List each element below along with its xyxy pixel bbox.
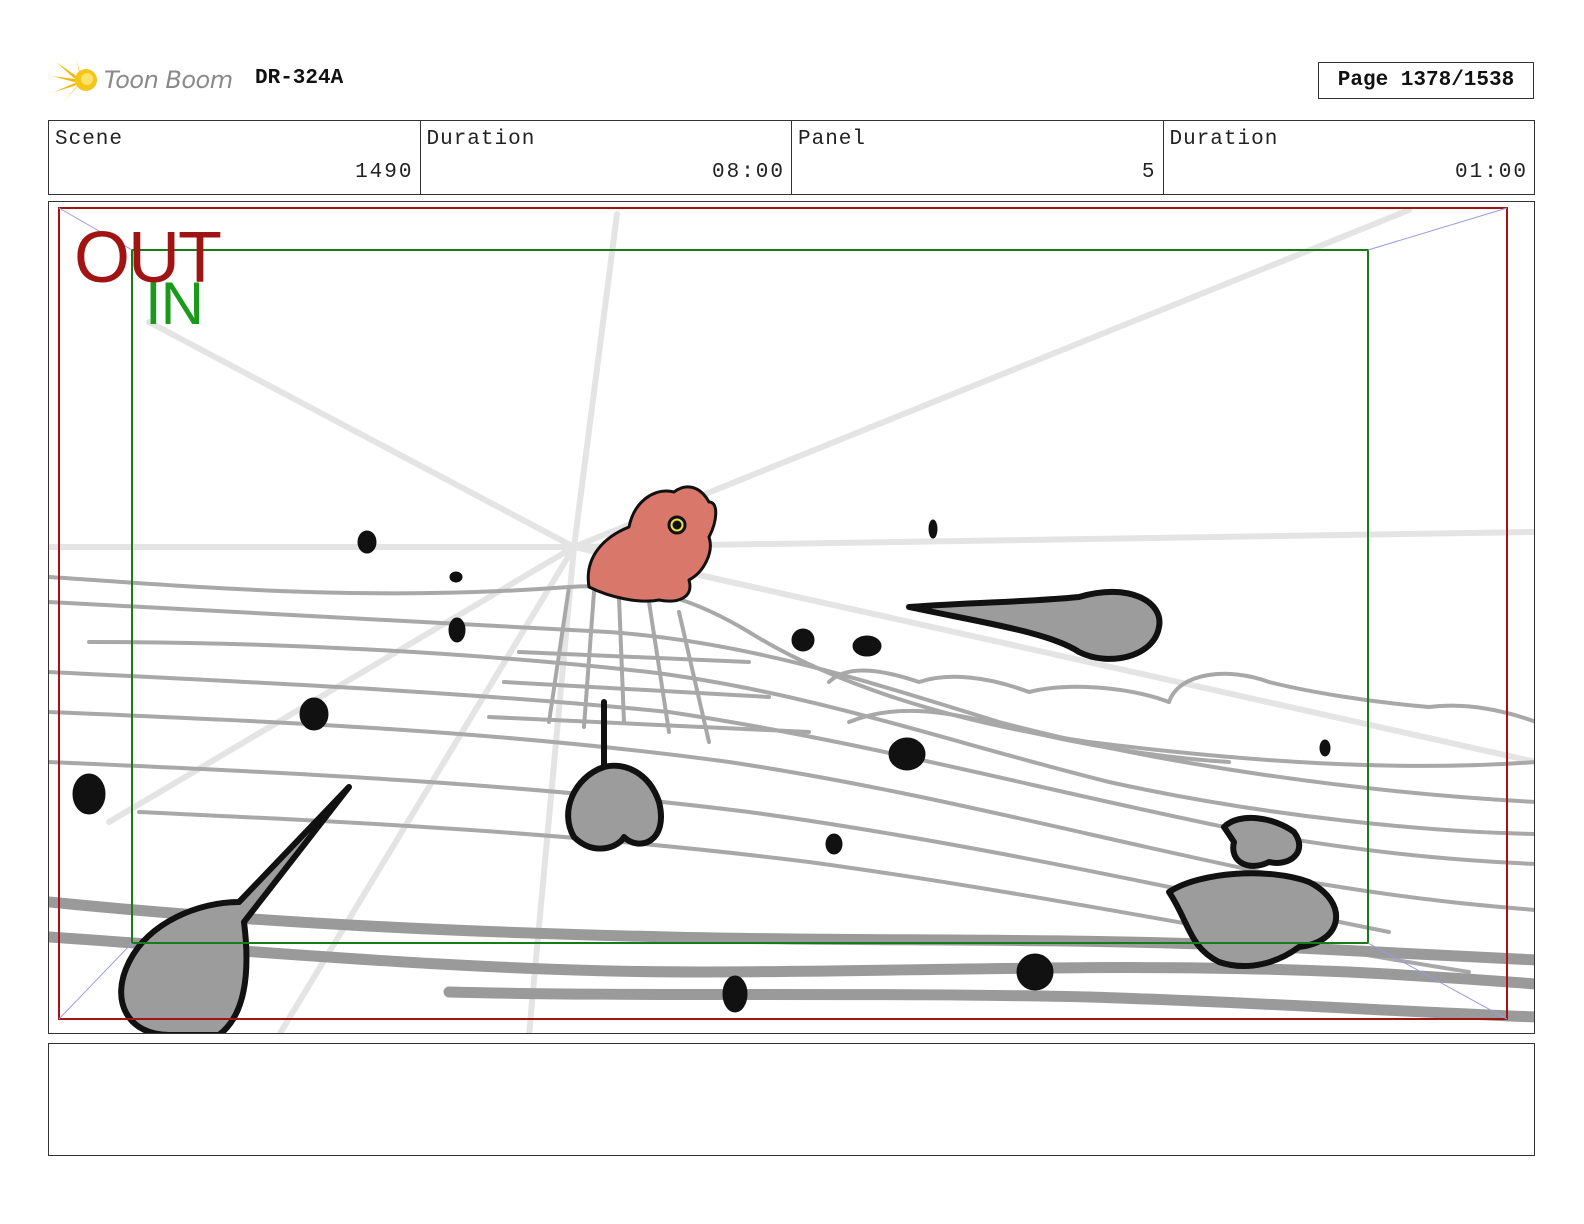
in-frame-label: IN bbox=[145, 270, 204, 337]
panel-duration-label: Duration bbox=[1169, 128, 1279, 151]
scene-duration-value: 08:00 bbox=[711, 161, 785, 184]
scene-label: Scene bbox=[55, 128, 124, 151]
panel-duration-cell: Duration 01:00 bbox=[1164, 121, 1535, 194]
scene-duration-cell: Duration 08:00 bbox=[421, 121, 792, 194]
scene-info-table: Scene 1490 Duration 08:00 Panel 5 Durati… bbox=[48, 120, 1535, 195]
panel-label: Panel bbox=[798, 128, 867, 151]
panel-duration-value: 01:00 bbox=[1454, 161, 1528, 184]
logo-wordmark: Toon Boom bbox=[104, 66, 233, 94]
panel-notes-box bbox=[48, 1043, 1535, 1156]
scene-duration-label: Duration bbox=[426, 128, 536, 151]
page-indicator: Page 1378/1538 bbox=[1318, 62, 1534, 99]
toon-boom-logo: Toon Boom bbox=[52, 56, 242, 108]
scene-value: 1490 bbox=[355, 161, 414, 184]
panel-cell: Panel 5 bbox=[792, 121, 1164, 194]
document-id: DR-324A bbox=[255, 67, 344, 90]
panel-sketch bbox=[49, 207, 1534, 1033]
storyboard-panel: OUT IN bbox=[48, 201, 1535, 1034]
toon-boom-logo-icon bbox=[52, 58, 97, 104]
panel-value: 5 bbox=[1141, 161, 1157, 184]
scene-cell: Scene 1490 bbox=[49, 121, 421, 194]
